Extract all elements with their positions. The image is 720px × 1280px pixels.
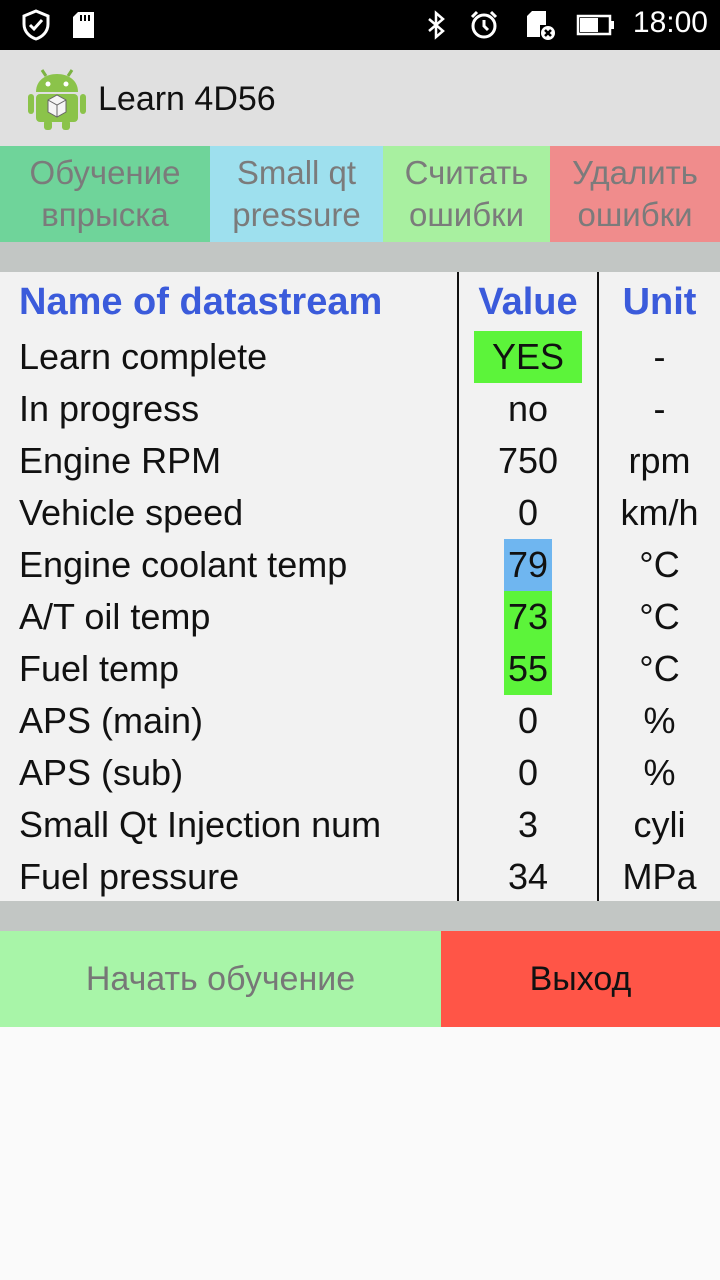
header-value: Value — [478, 281, 578, 323]
table-row: Small Qt Injection num 3 cyli — [0, 799, 720, 851]
tab-label-line1: Удалить — [572, 154, 698, 191]
row-name: In progress — [19, 388, 200, 429]
datastream-table: Name of datastream Value Unit Learn comp… — [0, 272, 720, 902]
table-row: Fuel pressure 34 MPa — [0, 851, 720, 903]
table-row: Engine coolant temp 79 °C — [0, 539, 720, 591]
row-name: Engine RPM — [19, 440, 222, 481]
tab-label-line1: Обучение — [29, 154, 181, 191]
row-unit: % — [643, 752, 676, 793]
row-unit: °C — [639, 544, 680, 585]
row-value: 0 — [517, 752, 539, 793]
row-unit: % — [643, 700, 676, 741]
row-value: no — [507, 388, 549, 429]
row-unit: - — [653, 388, 666, 429]
function-tabs: Обучение впрыска Small qt pressure Считать… — [0, 146, 720, 242]
header-unit: Unit — [622, 281, 697, 323]
row-value: 750 — [497, 440, 559, 481]
row-name: Fuel temp — [19, 648, 180, 689]
exit-button[interactable]: Выход — [441, 931, 720, 1027]
row-unit: cyli — [633, 804, 686, 845]
row-unit: °C — [639, 596, 680, 637]
table-row: In progress no - — [0, 383, 720, 435]
row-value: 73 — [503, 591, 553, 643]
header-name: Name of datastream — [19, 281, 383, 323]
tab-label-line1: Считать — [404, 154, 529, 191]
tab-label-line2: ошибки — [408, 196, 525, 233]
row-name: Engine coolant temp — [19, 544, 348, 585]
row-name: Fuel pressure — [19, 856, 240, 897]
row-name: A/T oil temp — [19, 596, 211, 637]
clock: 18:00 — [632, 6, 708, 39]
row-value: 0 — [517, 700, 539, 741]
row-value: 34 — [507, 856, 549, 897]
table-row: Vehicle speed 0 km/h — [0, 487, 720, 539]
row-unit: - — [653, 336, 666, 377]
bluetooth-icon — [428, 10, 445, 40]
row-unit: °C — [639, 648, 680, 689]
shield-check-icon — [22, 9, 50, 41]
table-header: Name of datastream Value Unit — [0, 276, 720, 328]
row-name: APS (sub) — [19, 752, 184, 793]
table-row: A/T oil temp 73 °C — [0, 591, 720, 643]
row-value: YES — [473, 331, 583, 383]
tab-small-qt-pressure[interactable]: Small qt pressure — [210, 146, 383, 242]
row-name: Learn complete — [19, 336, 268, 377]
divider — [0, 242, 720, 272]
tab-injection-learning[interactable]: Обучение впрыска — [0, 146, 210, 242]
table-row: Learn complete YES - — [0, 331, 720, 383]
row-name: Vehicle speed — [19, 492, 244, 533]
row-name: Small Qt Injection num — [19, 804, 382, 845]
row-unit: rpm — [628, 440, 691, 481]
table-row: Fuel temp 55 °C — [0, 643, 720, 695]
row-value: 0 — [517, 492, 539, 533]
alarm-icon — [470, 10, 498, 39]
battery-icon — [576, 14, 614, 36]
tab-clear-errors[interactable]: Удалить ошибки — [550, 146, 720, 242]
tab-label-line1: Small qt — [236, 154, 357, 191]
divider — [0, 901, 720, 931]
sd-card-icon — [73, 12, 94, 38]
action-bar: Learn 4D56 — [0, 50, 720, 146]
row-value: 55 — [503, 643, 553, 695]
tab-label-line2: ошибки — [577, 196, 693, 233]
tab-label-line2: pressure — [232, 196, 361, 233]
status-bar: 18:00 — [0, 0, 720, 50]
tab-label-line2: впрыска — [41, 196, 169, 233]
row-name: APS (main) — [19, 700, 204, 741]
table-row: APS (main) 0 % — [0, 695, 720, 747]
tab-read-errors[interactable]: Считать ошибки — [383, 146, 550, 242]
android-icon — [28, 69, 86, 130]
sd-card-error-icon — [527, 11, 555, 40]
app-title: Learn 4D56 — [98, 80, 276, 118]
table-row: APS (sub) 0 % — [0, 747, 720, 799]
table-row: Engine RPM 750 rpm — [0, 435, 720, 487]
row-value: 3 — [517, 804, 539, 845]
row-value: 79 — [503, 539, 553, 591]
row-unit: MPa — [622, 856, 697, 897]
start-learning-button[interactable]: Начать обучение — [0, 931, 441, 1027]
row-unit: km/h — [620, 492, 699, 533]
